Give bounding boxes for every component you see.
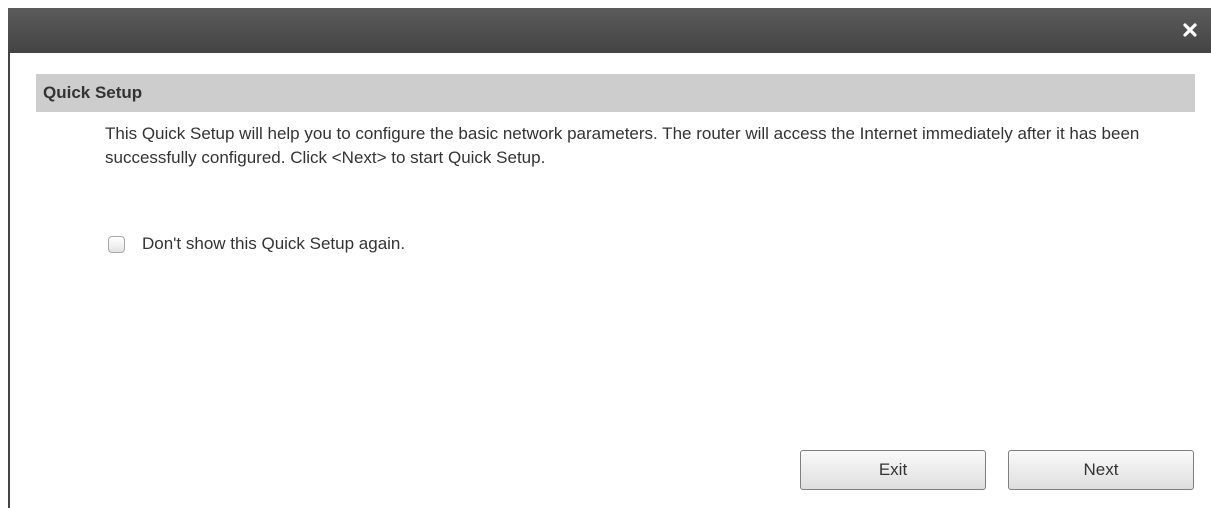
dialog-titlebar — [8, 8, 1211, 53]
exit-button[interactable]: Exit — [800, 450, 986, 490]
next-button[interactable]: Next — [1008, 450, 1194, 490]
section-title: Quick Setup — [43, 83, 143, 102]
dont-show-again-checkbox[interactable] — [108, 235, 125, 253]
setup-description: This Quick Setup will help you to config… — [105, 124, 1140, 167]
dont-show-again-label[interactable]: Don't show this Quick Setup again. — [142, 234, 405, 254]
quick-setup-dialog: Quick Setup This Quick Setup will help y… — [0, 0, 1211, 508]
close-icon — [1183, 23, 1197, 37]
close-button[interactable] — [1179, 19, 1201, 41]
dont-show-again-option[interactable]: Don't show this Quick Setup again. — [108, 231, 405, 257]
dialog-left-border — [8, 53, 10, 508]
section-header: Quick Setup — [36, 74, 1195, 112]
